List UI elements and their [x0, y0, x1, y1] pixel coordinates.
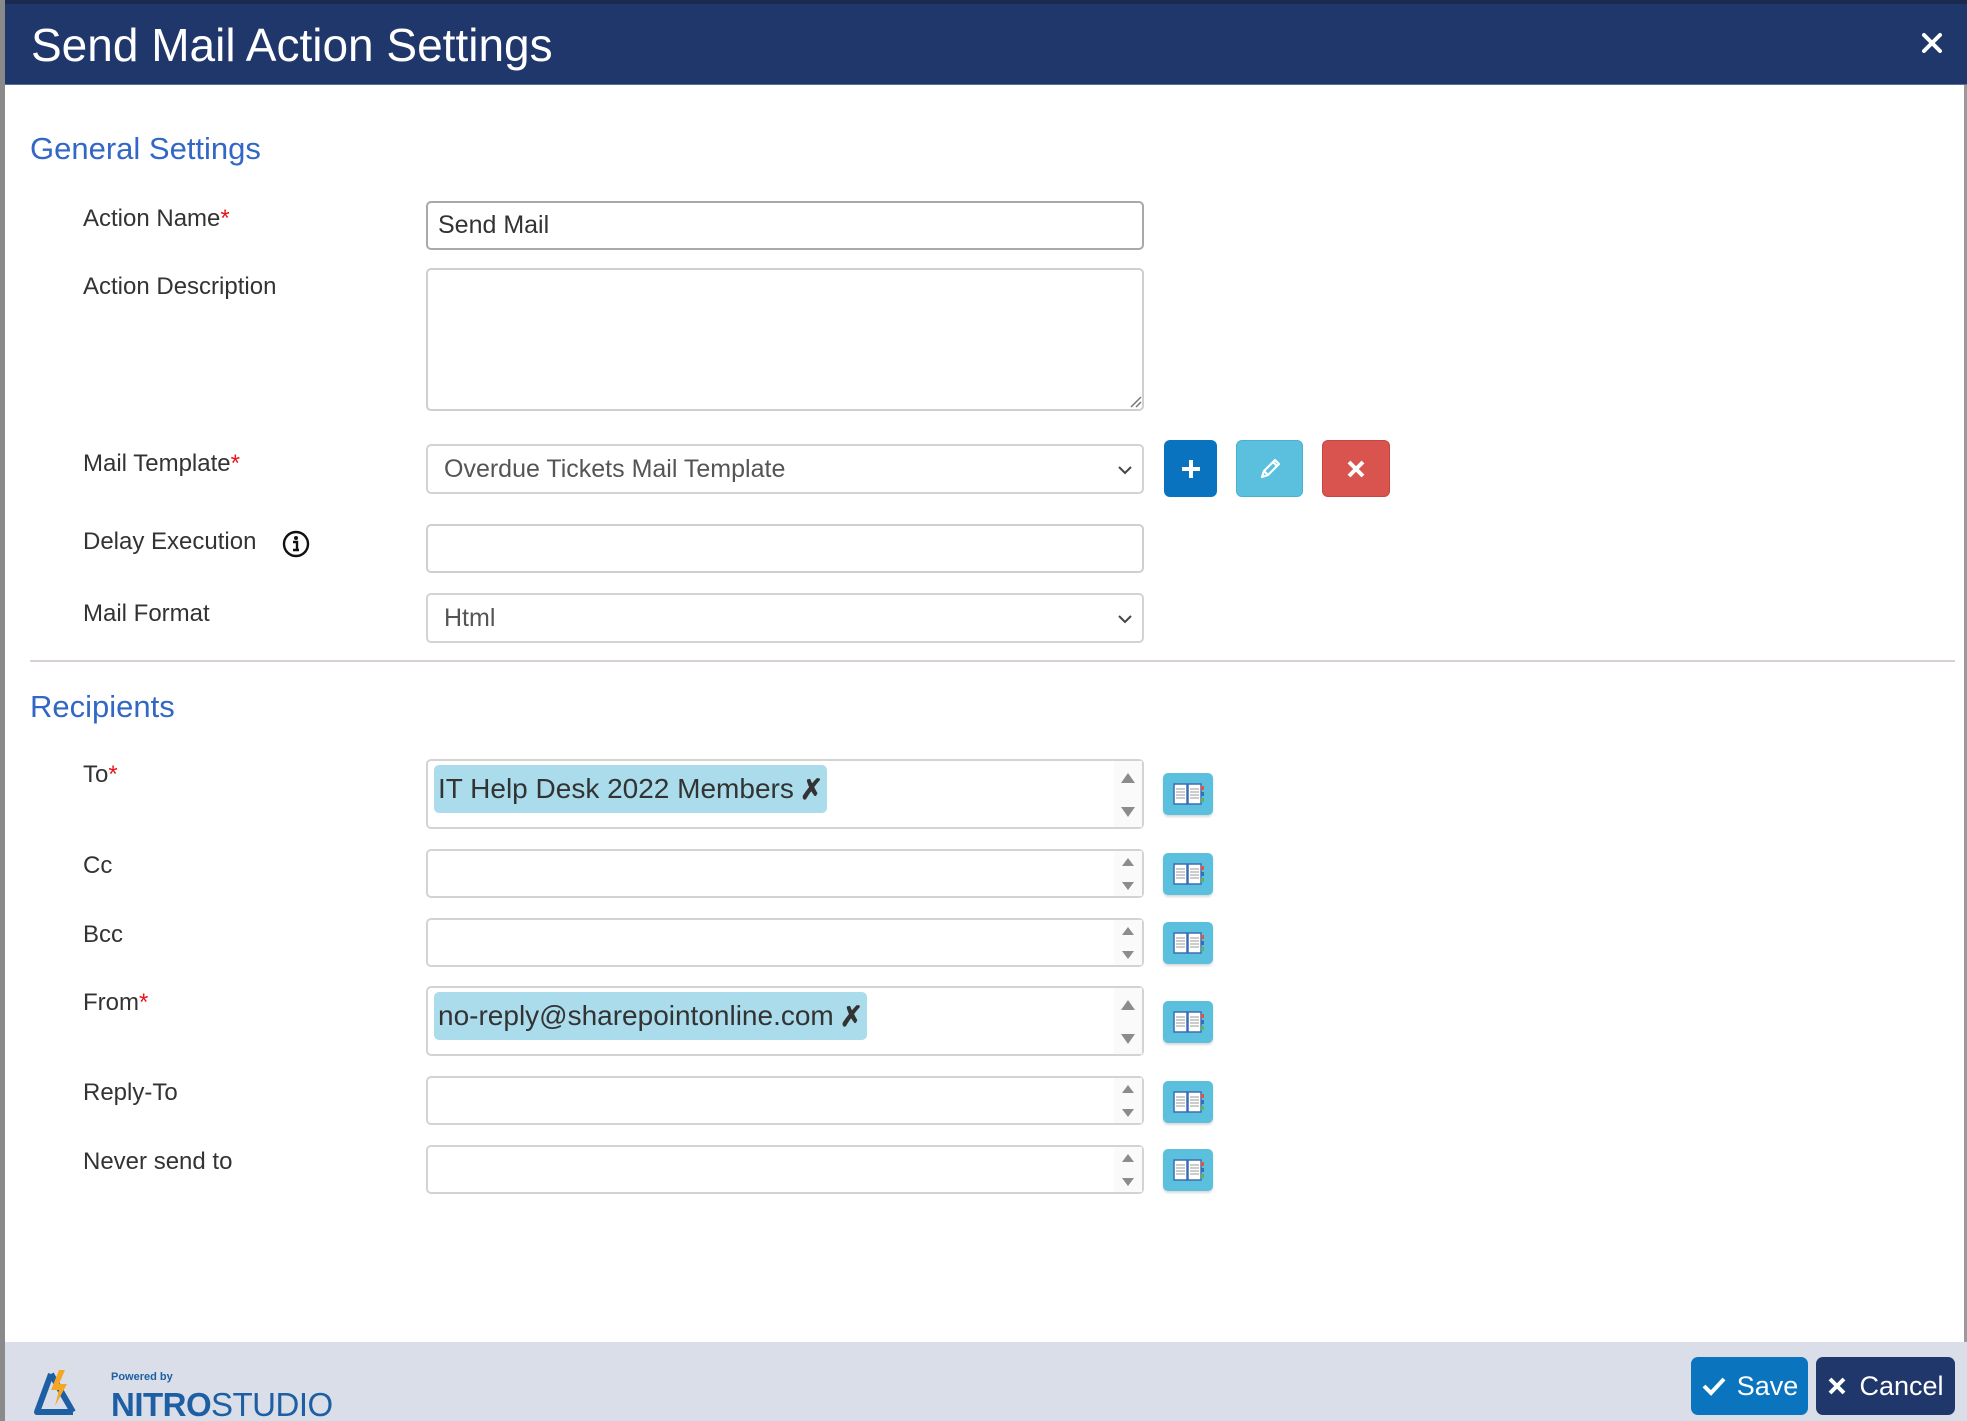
to-label: To* [83, 761, 118, 788]
close-button[interactable] [1919, 30, 1945, 56]
section-divider [30, 660, 1955, 662]
never-send-to-field[interactable] [426, 1145, 1144, 1194]
mail-template-selected: Overdue Tickets Mail Template [444, 454, 786, 483]
times-icon [1829, 1377, 1846, 1395]
save-label: Save [1736, 1370, 1799, 1401]
mail-template-select[interactable]: Overdue Tickets Mail Template [426, 444, 1144, 494]
recipient-tag: IT Help Desk 2022 Members ✗ [434, 765, 828, 813]
cc-address-book-button[interactable] [1163, 853, 1213, 895]
arrow-down-icon[interactable] [1122, 1109, 1134, 1117]
arrow-up-icon[interactable] [1122, 1154, 1134, 1162]
pencil-icon [1260, 458, 1280, 478]
reply-to-label: Reply-To [83, 1079, 178, 1106]
scroll-spinner[interactable] [1114, 1147, 1142, 1192]
cc-field[interactable] [426, 849, 1144, 898]
resize-grip-icon[interactable] [1128, 394, 1142, 408]
address-book-icon [1173, 863, 1204, 885]
arrow-up-icon[interactable] [1121, 773, 1135, 783]
cc-label: Cc [83, 852, 113, 879]
from-field[interactable]: no-reply@sharepointonline.com ✗ [426, 986, 1144, 1056]
delay-execution-label: Delay Execution [83, 528, 257, 555]
arrow-down-icon[interactable] [1122, 1178, 1134, 1186]
mail-format-selected: Html [444, 603, 496, 632]
bcc-field[interactable] [426, 918, 1144, 967]
arrow-down-icon[interactable] [1122, 882, 1134, 890]
delete-template-button[interactable] [1322, 440, 1390, 497]
arrow-up-icon[interactable] [1122, 858, 1134, 866]
mail-template-label: Mail Template* [83, 450, 240, 477]
bcc-address-book-button[interactable] [1163, 922, 1213, 964]
arrow-up-icon[interactable] [1122, 1085, 1134, 1093]
address-book-icon [1173, 932, 1204, 954]
scroll-spinner[interactable] [1114, 1078, 1142, 1123]
from-address-book-button[interactable] [1163, 1001, 1213, 1043]
scroll-spinner[interactable] [1114, 851, 1142, 896]
section-general-settings: General Settings [30, 131, 261, 166]
check-icon [1702, 1377, 1726, 1396]
info-icon[interactable] [282, 530, 310, 558]
nitro-logo-icon [34, 1370, 76, 1415]
action-name-label: Action Name* [83, 205, 230, 232]
scroll-spinner[interactable] [1114, 988, 1142, 1054]
chevron-down-icon [1118, 466, 1132, 475]
close-icon [1922, 33, 1942, 53]
action-name-input[interactable]: Send Mail [426, 201, 1144, 250]
cancel-button[interactable]: Cancel [1816, 1357, 1955, 1415]
brand-nitro: NITRO [111, 1386, 212, 1421]
action-description-label: Action Description [83, 273, 277, 300]
delay-execution-input[interactable] [426, 524, 1144, 573]
bcc-label: Bcc [83, 921, 124, 948]
remove-tag-icon[interactable]: ✗ [840, 1000, 863, 1033]
scroll-spinner[interactable] [1114, 761, 1142, 827]
dialog-title: Send Mail Action Settings [31, 19, 553, 71]
to-field[interactable]: IT Help Desk 2022 Members ✗ [426, 759, 1144, 829]
scroll-spinner[interactable] [1114, 920, 1142, 965]
address-book-icon [1173, 783, 1204, 805]
action-name-value: Send Mail [438, 211, 550, 239]
dialog-footer: Powered by NITRO STUDIO [5, 1342, 1967, 1421]
chevron-down-icon [1118, 615, 1132, 624]
cancel-label: Cancel [1859, 1370, 1944, 1401]
edit-template-button[interactable] [1236, 440, 1303, 497]
powered-by-text: Powered by [111, 1371, 173, 1383]
recipient-tag: no-reply@sharepointonline.com ✗ [434, 992, 868, 1040]
to-address-book-button[interactable] [1163, 773, 1213, 815]
arrow-up-icon[interactable] [1121, 1000, 1135, 1010]
arrow-down-icon[interactable] [1122, 951, 1134, 959]
arrow-down-icon[interactable] [1121, 807, 1135, 817]
remove-tag-icon[interactable]: ✗ [800, 773, 823, 806]
add-template-button[interactable] [1164, 440, 1217, 497]
nitro-studio-logo: Powered by NITRO STUDIO [33, 1360, 333, 1421]
save-button[interactable]: Save [1691, 1357, 1808, 1415]
never-send-to-address-book-button[interactable] [1163, 1149, 1213, 1191]
address-book-icon [1173, 1011, 1204, 1033]
reply-to-address-book-button[interactable] [1163, 1081, 1213, 1123]
section-recipients: Recipients [30, 689, 175, 724]
from-label: From* [83, 989, 149, 1016]
window-edge [0, 0, 5, 1421]
plus-icon [1181, 459, 1200, 478]
arrow-down-icon[interactable] [1121, 1034, 1135, 1044]
dialog-header: Send Mail Action Settings [5, 0, 1967, 85]
times-icon [1347, 460, 1365, 477]
brand-studio: STUDIO [211, 1386, 333, 1421]
mail-format-label: Mail Format [83, 600, 210, 627]
arrow-up-icon[interactable] [1122, 927, 1134, 935]
never-send-to-label: Never send to [83, 1148, 233, 1175]
action-description-textarea[interactable] [426, 268, 1144, 411]
address-book-icon [1173, 1091, 1204, 1113]
reply-to-field[interactable] [426, 1076, 1144, 1125]
address-book-icon [1173, 1159, 1204, 1181]
mail-format-select[interactable]: Html [426, 593, 1144, 643]
